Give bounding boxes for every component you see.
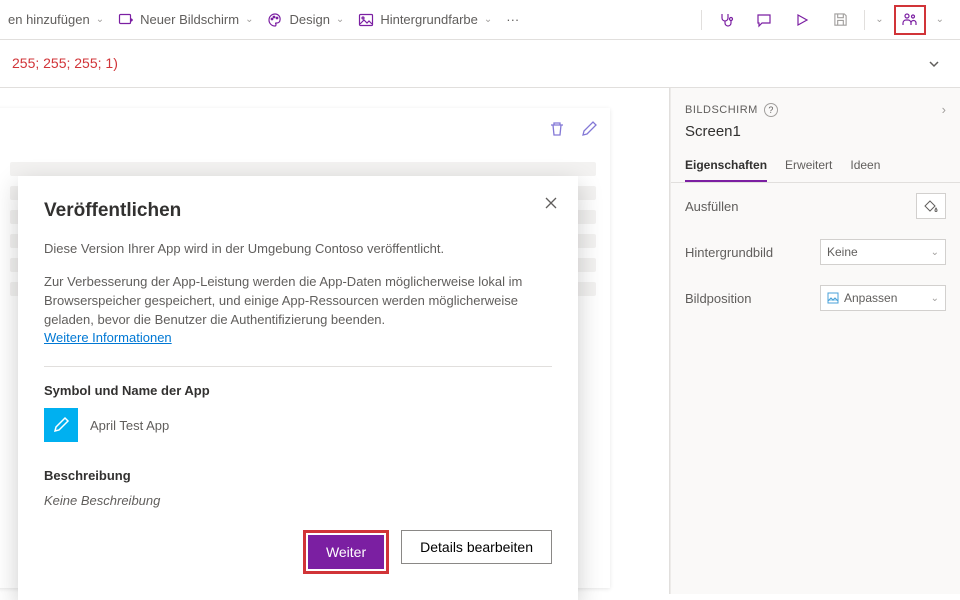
chevron-down-icon [927, 57, 941, 71]
image-icon [827, 292, 839, 304]
chevron-down-icon: ⌄ [931, 293, 939, 304]
tab-advanced[interactable]: Erweitert [785, 150, 832, 182]
fill-color-swatch[interactable] [916, 193, 946, 219]
dialog-body1: Diese Version Ihrer App wird in der Umge… [44, 240, 552, 259]
add-data-button[interactable]: en hinzufügen ⌄ [8, 12, 104, 27]
bucket-icon [924, 199, 938, 213]
dialog-title: Veröffentlichen [44, 200, 552, 222]
checker-button[interactable] [712, 6, 740, 34]
formula-expand-button[interactable] [920, 50, 948, 78]
chevron-down-icon[interactable]: ⌄ [936, 14, 944, 25]
chevron-down-icon: ⌄ [484, 14, 492, 25]
chevron-down-icon[interactable]: ⌄ [875, 14, 883, 25]
app-name: April Test App [90, 418, 169, 433]
toolbar-left: en hinzufügen ⌄ Neuer Bildschirm ⌄ Desig… [8, 12, 701, 28]
list-item [10, 162, 596, 176]
new-screen-icon [118, 12, 134, 28]
chevron-right-icon[interactable]: › [942, 102, 946, 117]
pencil-icon[interactable] [580, 120, 598, 138]
bgcolor-button[interactable]: Hintergrundfarbe ⌄ [358, 12, 492, 28]
trash-icon[interactable] [548, 120, 566, 138]
app-identity-row: April Test App [44, 408, 552, 442]
more-info-link[interactable]: Weitere Informationen [44, 330, 172, 345]
properties-panel: BILDSCHIRM ? › Screen1 Eigenschaften Erw… [670, 88, 960, 594]
close-button[interactable] [544, 196, 558, 213]
top-toolbar: en hinzufügen ⌄ Neuer Bildschirm ⌄ Desig… [0, 0, 960, 40]
imgpos-select[interactable]: Anpassen ⌄ [820, 285, 946, 311]
teams-button[interactable] [896, 6, 924, 34]
design-label: Design [289, 12, 329, 27]
add-data-label: en hinzufügen [8, 12, 90, 27]
toolbar-divider [701, 10, 702, 30]
panel-header-label: BILDSCHIRM [685, 104, 758, 116]
panel-tabs: Eigenschaften Erweitert Ideen [671, 150, 960, 183]
prop-imgpos-label: Bildposition [685, 291, 752, 306]
teams-button-highlight [894, 5, 926, 35]
palette-icon [267, 12, 283, 28]
description-value: Keine Beschreibung [44, 493, 552, 508]
next-button-highlight: Weiter [303, 530, 389, 574]
new-screen-button[interactable]: Neuer Bildschirm ⌄ [118, 12, 253, 28]
formula-bar[interactable]: 255; 255; 255; 1) [0, 40, 960, 88]
app-icon [44, 408, 78, 442]
tab-ideas[interactable]: Ideen [850, 150, 880, 182]
dialog-body2: Zur Verbesserung der App-Leistung werden… [44, 273, 552, 348]
play-button[interactable] [788, 6, 816, 34]
panel-header: BILDSCHIRM ? › [671, 88, 960, 123]
stethoscope-icon [718, 12, 734, 28]
prop-imgpos-row: Bildposition Anpassen ⌄ [671, 275, 960, 321]
save-button[interactable] [826, 6, 854, 34]
chevron-down-icon: ⌄ [931, 247, 939, 258]
dialog-divider [44, 366, 552, 367]
next-button[interactable]: Weiter [308, 535, 384, 569]
save-icon [833, 12, 848, 27]
toolbar-right: ⌄ ⌄ [701, 5, 952, 35]
dialog-actions: Weiter Details bearbeiten [44, 530, 552, 574]
bgimage-value: Keine [827, 245, 858, 259]
prop-fill-label: Ausfüllen [685, 199, 738, 214]
help-icon[interactable]: ? [764, 103, 778, 117]
tab-properties[interactable]: Eigenschaften [685, 150, 767, 182]
image-icon [358, 12, 374, 28]
close-icon [544, 196, 558, 210]
publish-dialog: Veröffentlichen Diese Version Ihrer App … [18, 176, 578, 600]
formula-expression: 255; 255; 255; 1) [12, 55, 118, 73]
design-button[interactable]: Design ⌄ [267, 12, 344, 28]
more-button[interactable]: ··· [506, 12, 519, 27]
section-iconname: Symbol und Name der App [44, 383, 552, 398]
toolbar-divider [864, 10, 865, 30]
comments-button[interactable] [750, 6, 778, 34]
teams-icon [901, 11, 918, 28]
chevron-down-icon: ⌄ [96, 14, 104, 25]
imgpos-value: Anpassen [844, 291, 897, 305]
screen-name: Screen1 [671, 123, 960, 150]
prop-bgimage-label: Hintergrundbild [685, 245, 773, 260]
pencil-icon [52, 416, 70, 434]
canvas-actions [548, 120, 598, 138]
play-icon [795, 13, 809, 27]
chat-icon [756, 12, 772, 28]
chevron-down-icon: ⌄ [245, 14, 253, 25]
edit-details-button[interactable]: Details bearbeiten [401, 530, 552, 564]
prop-fill-row: Ausfüllen [671, 183, 960, 229]
prop-bgimage-row: Hintergrundbild Keine ⌄ [671, 229, 960, 275]
bgcolor-label: Hintergrundfarbe [380, 12, 478, 27]
new-screen-label: Neuer Bildschirm [140, 12, 239, 27]
chevron-down-icon: ⌄ [336, 14, 344, 25]
section-description: Beschreibung [44, 468, 552, 483]
bgimage-select[interactable]: Keine ⌄ [820, 239, 946, 265]
